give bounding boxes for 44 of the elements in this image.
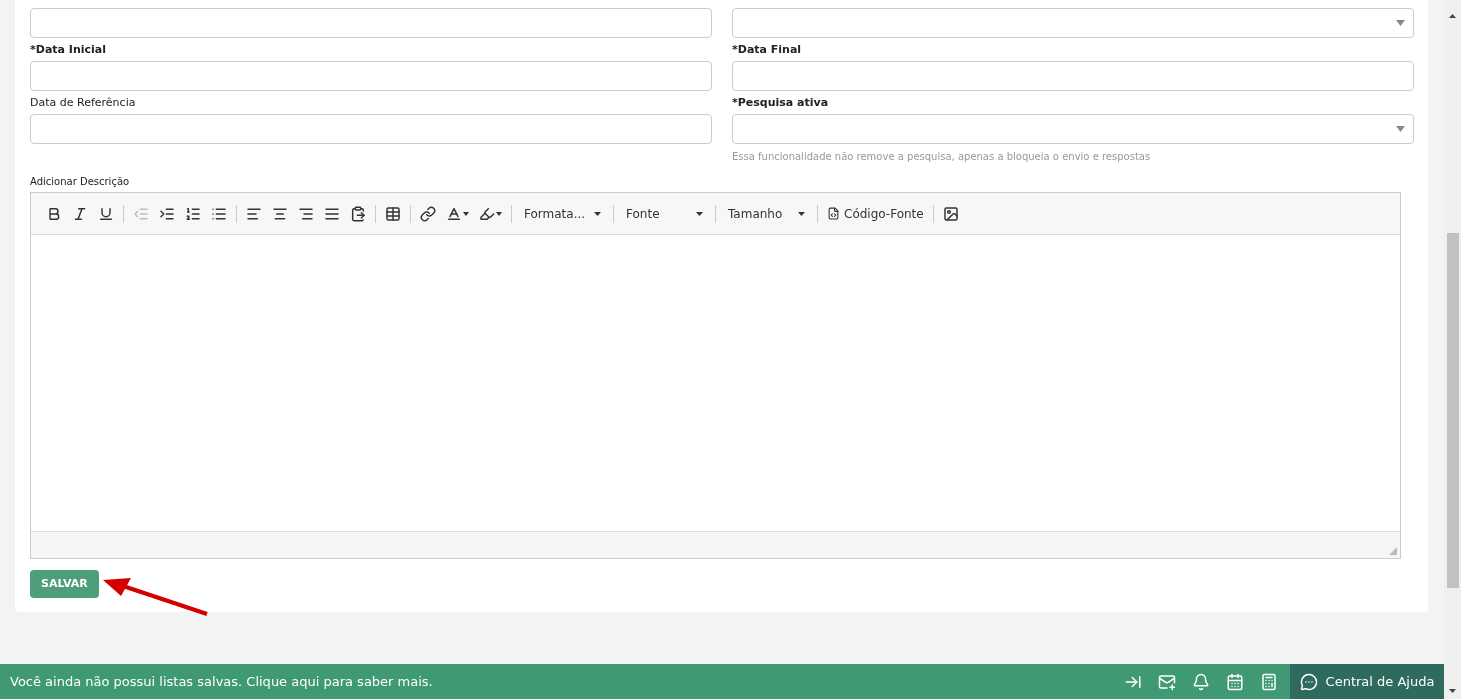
- paste-icon: [350, 205, 366, 222]
- field-label: Adicionar Descrição: [30, 175, 131, 189]
- scroll-up-icon[interactable]: [1449, 14, 1456, 18]
- input-field[interactable]: [30, 8, 712, 38]
- select-field[interactable]: [732, 8, 1414, 38]
- field-label: *Data Final: [732, 43, 803, 57]
- resize-handle-icon[interactable]: [1389, 547, 1397, 555]
- field-label: *Data Inicial: [30, 43, 107, 57]
- chat-icon: [1299, 672, 1318, 691]
- select-field[interactable]: [732, 114, 1414, 144]
- image-icon: [942, 205, 959, 222]
- scroll-down-icon[interactable]: [1449, 689, 1456, 693]
- background-color-icon: [479, 205, 495, 222]
- link-icon: [420, 205, 436, 222]
- calendar-icon[interactable]: [1226, 672, 1244, 691]
- scrollbar-thumb[interactable]: [1446, 233, 1459, 588]
- mail-icon[interactable]: [1158, 672, 1176, 691]
- hint-text: Essa funcionalidade não remove a pesquisa, apenas a bloqueia o envio e respostas: [732, 150, 1152, 164]
- caret-icon: [1396, 126, 1405, 132]
- input-field[interactable]: [732, 61, 1414, 91]
- caret-icon: [798, 211, 805, 216]
- underline-icon: [98, 205, 114, 222]
- caret-icon: [594, 211, 601, 216]
- dropdown-button[interactable]: Tamanho: [720, 199, 813, 228]
- caret-icon: [696, 211, 703, 216]
- caret-icon: [1396, 20, 1405, 26]
- text-color-icon: [446, 205, 462, 222]
- dropdown-button[interactable]: Fonte: [618, 199, 711, 228]
- help-center-button[interactable]: Central de Ajuda: [1290, 664, 1444, 699]
- table-icon: [385, 205, 401, 222]
- bell-icon[interactable]: [1192, 672, 1210, 691]
- input-field[interactable]: [30, 61, 712, 91]
- code-icon: [827, 207, 840, 220]
- dropdown-button[interactable]: Formata...: [516, 199, 609, 228]
- numbered-list-icon: [185, 205, 201, 222]
- caret-icon: [463, 211, 469, 216]
- input-field[interactable]: [30, 114, 712, 144]
- bold-icon: [46, 205, 62, 222]
- field-label: Data de Referência: [30, 96, 137, 110]
- field-label: *Pesquisa ativa: [732, 96, 830, 110]
- italic-icon: [72, 205, 88, 222]
- caret-icon: [496, 211, 502, 216]
- calculator-icon[interactable]: [1260, 672, 1278, 691]
- source-code-button[interactable]: Código-Fonte: [822, 199, 929, 228]
